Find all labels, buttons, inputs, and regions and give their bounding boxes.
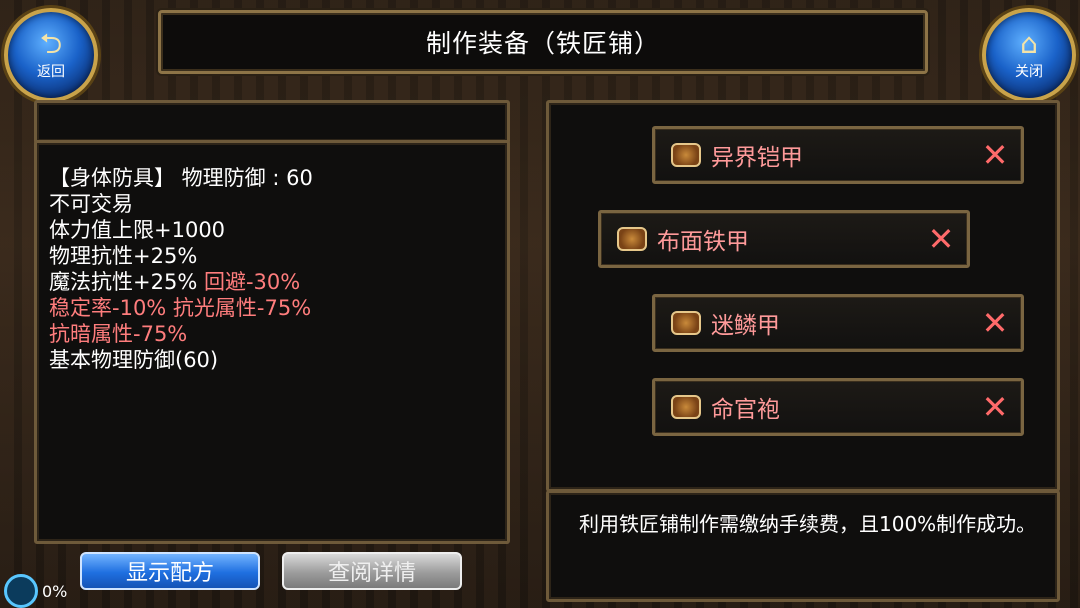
fee-note: 利用铁匠铺制作需缴纳手续费，且100%制作成功。 — [579, 512, 1037, 536]
recipe-item-selected[interactable]: 布面铁甲 ✕ — [598, 210, 970, 268]
title-bar: 制作装备（铁匠铺） — [158, 10, 928, 74]
stat-line-penalty: 稳定率-10% 抗光属性-75% — [49, 296, 312, 320]
close-icon[interactable]: ✕ — [969, 136, 1021, 174]
recipe-item[interactable]: 异界铠甲 ✕ — [652, 126, 1024, 184]
recipe-name: 布面铁甲 — [657, 229, 749, 255]
stat-line-penalty: 抗暗属性-75% — [49, 322, 188, 346]
home-icon: ⌂ — [1020, 27, 1038, 60]
stat-line: 体力值上限+1000 — [49, 218, 226, 242]
back-arrow-icon: ⮌ — [39, 27, 63, 60]
recipe-name: 迷鳞甲 — [711, 313, 780, 339]
stat-line: 物理抗性+25% — [49, 244, 198, 268]
stat-line: 魔法抗性+25% 回避-30% — [49, 269, 313, 295]
scroll-icon — [671, 311, 701, 335]
stat-line: 不可交易 — [49, 192, 133, 216]
recipe-item[interactable]: 迷鳞甲 ✕ — [652, 294, 1024, 352]
progress-ring-icon — [4, 574, 38, 608]
scroll-icon — [671, 143, 701, 167]
close-icon[interactable]: ✕ — [969, 388, 1021, 426]
show-recipe-button[interactable]: 显示配方 — [80, 552, 260, 590]
close-icon[interactable]: ✕ — [969, 304, 1021, 342]
stat-magic-resist: 魔法抗性+25% — [49, 270, 198, 294]
recipe-item[interactable]: 命官袍 ✕ — [652, 378, 1024, 436]
page-title: 制作装备（铁匠铺） — [425, 29, 660, 58]
item-header-panel — [34, 100, 510, 144]
back-button[interactable]: ⮌ 返回 — [4, 8, 98, 102]
recipe-name: 命官袍 — [711, 397, 780, 423]
note-panel: 利用铁匠铺制作需缴纳手续费，且100%制作成功。 — [546, 490, 1060, 602]
status-indicator: 0% — [4, 574, 67, 608]
scroll-icon — [671, 395, 701, 419]
stat-line: 【身体防具】 物理防御 : 60 — [49, 166, 313, 190]
back-label: 返回 — [37, 64, 65, 80]
item-stats: 【身体防具】 物理防御 : 60 不可交易 体力值上限+1000 物理抗性+25… — [49, 165, 313, 373]
close-icon[interactable]: ✕ — [915, 220, 967, 258]
stat-line: 基本物理防御(60) — [49, 348, 219, 372]
item-info-panel: 【身体防具】 物理防御 : 60 不可交易 体力值上限+1000 物理抗性+25… — [34, 140, 510, 544]
status-percent: 0% — [42, 581, 68, 601]
scroll-icon — [617, 227, 647, 251]
recipe-name: 异界铠甲 — [711, 145, 803, 171]
view-details-button[interactable]: 查阅详情 — [282, 552, 462, 590]
close-button[interactable]: ⌂ 关闭 — [982, 8, 1076, 102]
close-label: 关闭 — [1015, 64, 1043, 80]
stat-evasion-penalty: 回避-30% — [197, 270, 301, 294]
